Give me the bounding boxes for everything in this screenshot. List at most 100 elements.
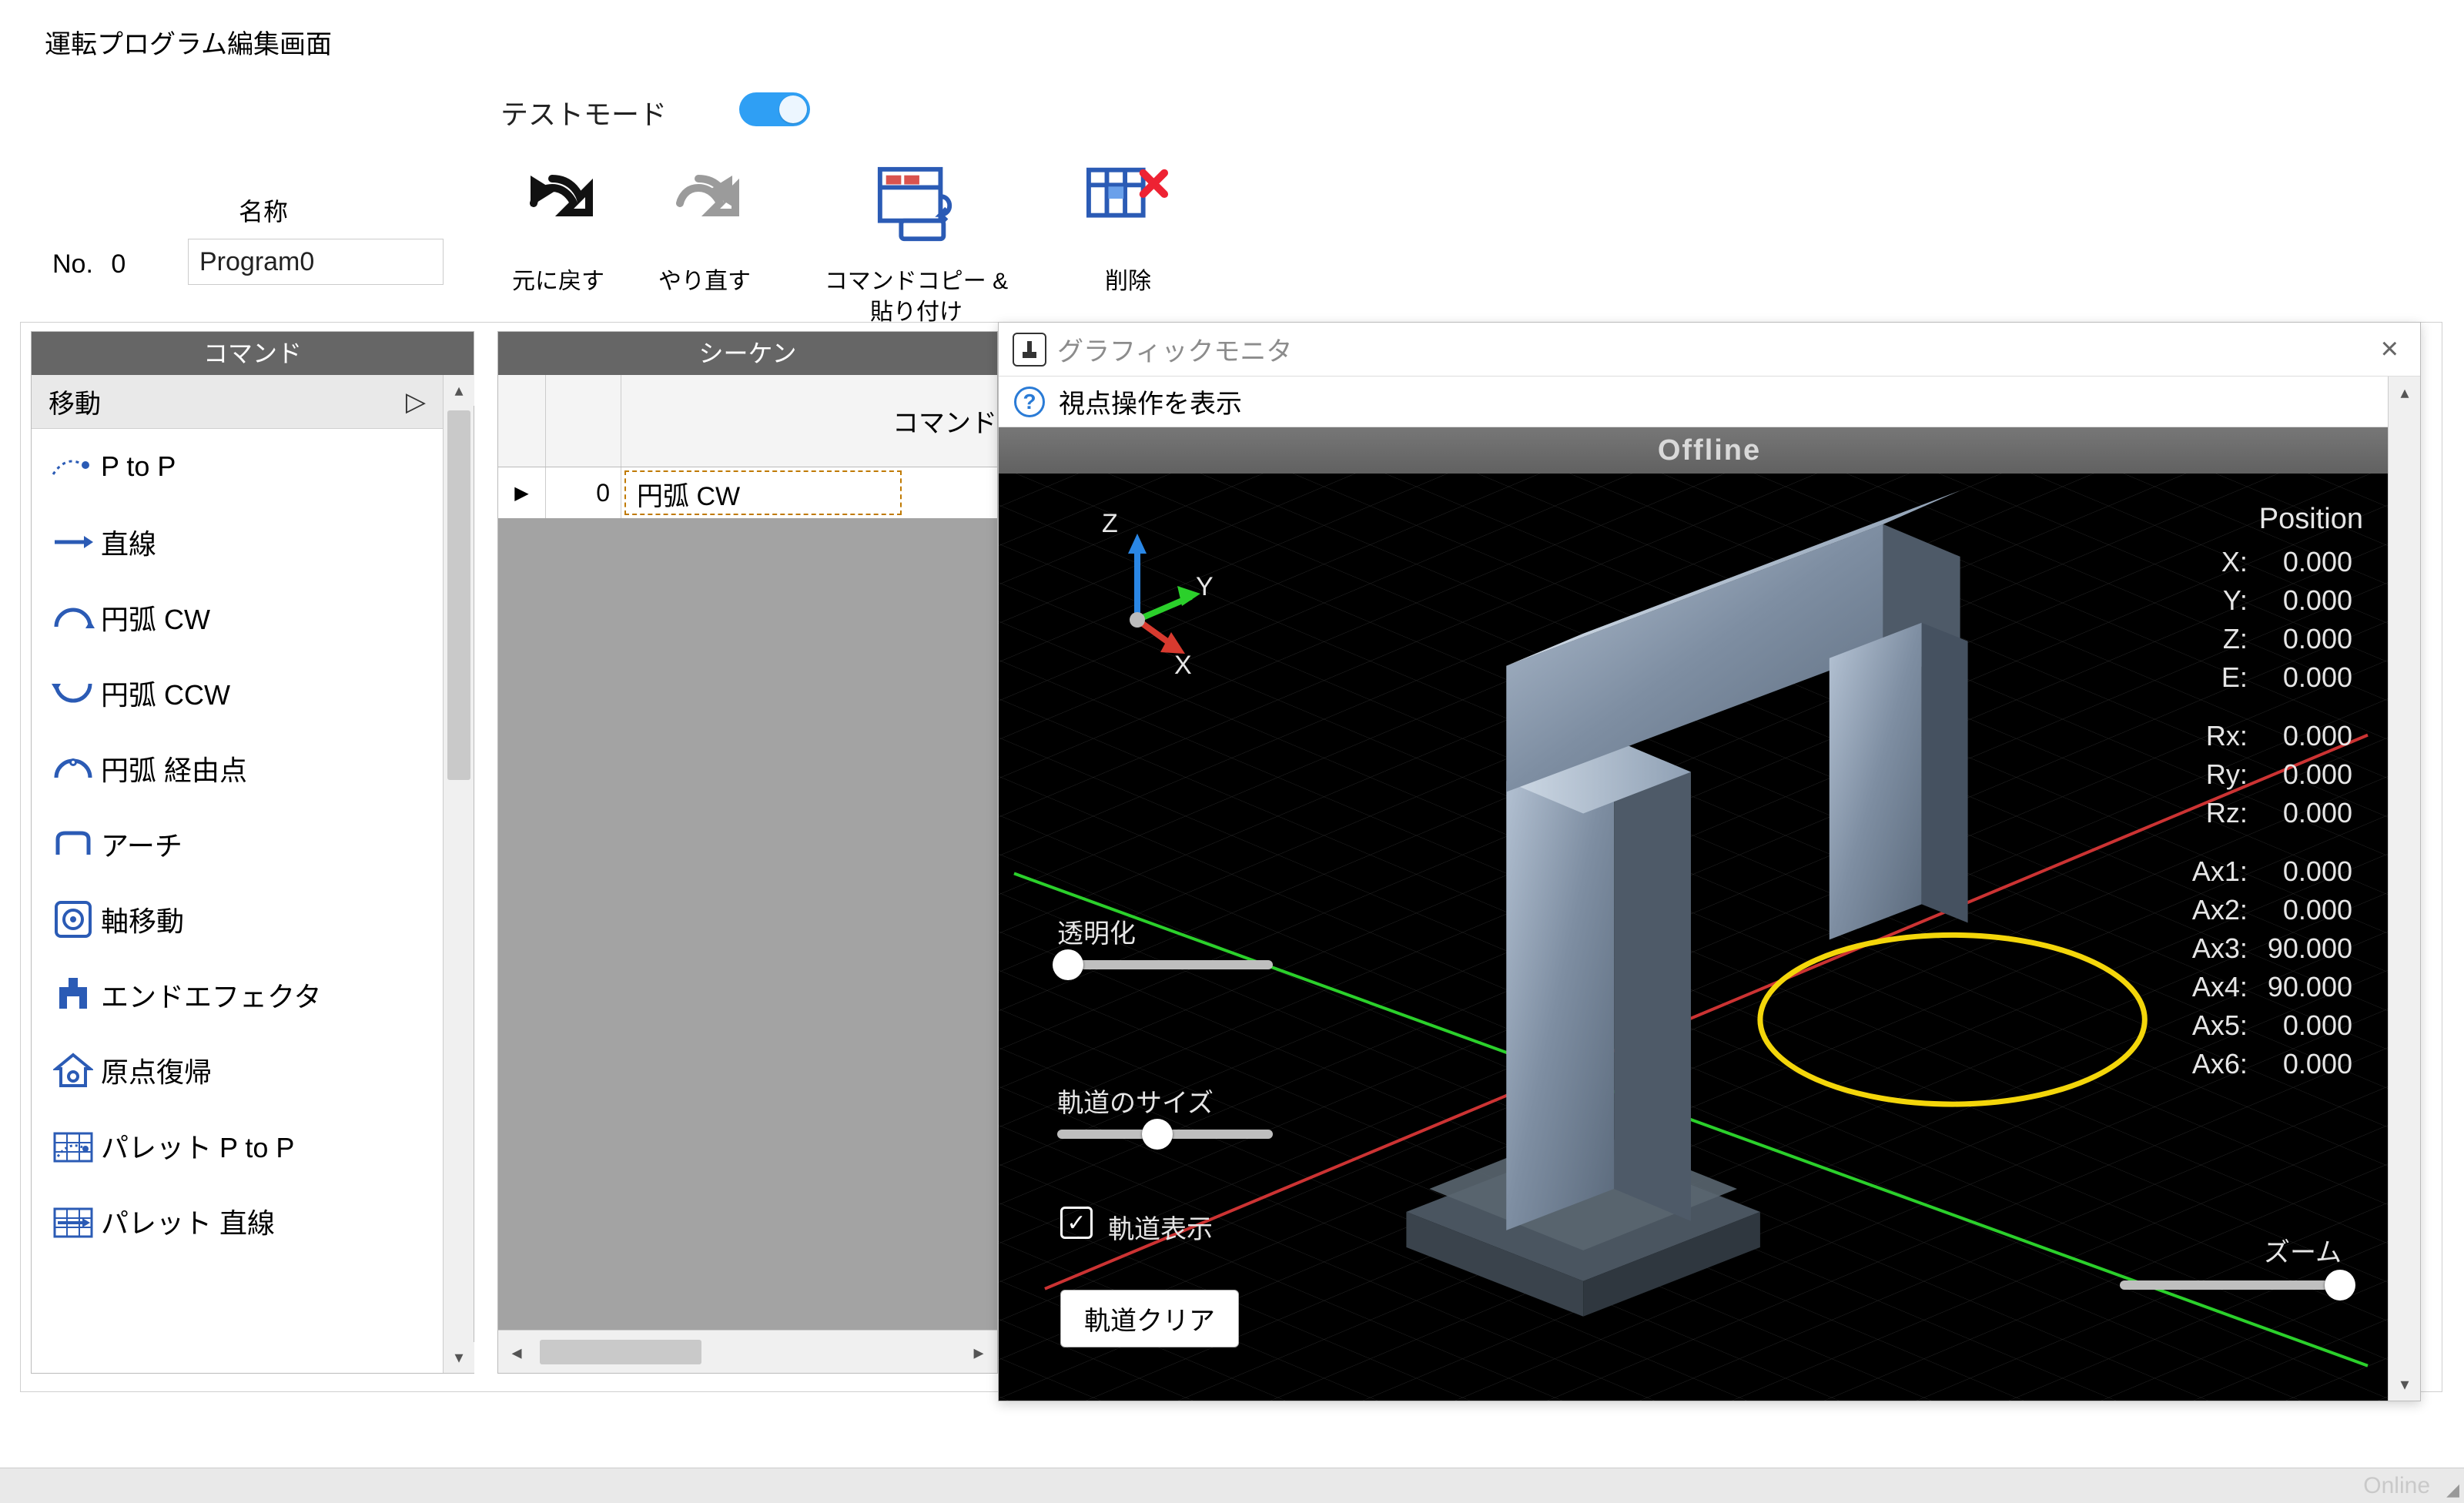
axis-x-label: X xyxy=(1174,651,1192,681)
program-name-input[interactable] xyxy=(188,239,444,285)
undo-button[interactable]: 元に戻す xyxy=(493,163,624,237)
command-scrollbar[interactable]: ▴ ▾ xyxy=(443,375,474,1373)
test-mode-toggle[interactable] xyxy=(739,92,810,126)
sequence-command-cell[interactable]: 円弧 CW xyxy=(624,470,902,515)
program-number-label: No. 0 xyxy=(52,249,126,280)
sequence-panel-header: シーケン xyxy=(498,332,997,375)
command-list: P to P 直線 円弧 CW 円弧 CCW xyxy=(32,429,443,1373)
position-header: Position xyxy=(2181,503,2363,542)
sequence-grid-area: コマンド ▶ 0 円弧 CW xyxy=(498,375,997,1330)
transparency-slider[interactable] xyxy=(1057,960,1273,969)
command-item-label: 原点復帰 xyxy=(101,1050,212,1090)
arc-via-icon xyxy=(45,753,101,784)
command-item-label: 直線 xyxy=(101,522,156,562)
redo-button[interactable]: やり直す xyxy=(639,163,770,237)
delete-button[interactable]: 削除 xyxy=(1063,163,1194,237)
robot-icon xyxy=(1013,333,1046,367)
axis-y-label: Y xyxy=(1196,572,1214,602)
home-icon xyxy=(45,1052,101,1089)
command-category-move[interactable]: 移動 ▷ xyxy=(32,375,443,429)
sequence-h-scrollbar[interactable]: ◂ ▸ xyxy=(498,1330,997,1373)
command-item-end-effector[interactable]: エンドエフェクタ xyxy=(32,957,443,1033)
trace-show-checkbox[interactable]: ✓ xyxy=(1060,1207,1093,1239)
command-item-label: パレット 直線 xyxy=(101,1201,275,1241)
chevron-right-icon: ▷ xyxy=(406,387,426,417)
arc-cw-icon xyxy=(45,602,101,633)
sequence-col-command: コマンド xyxy=(621,375,998,467)
command-item-arc-cw[interactable]: 円弧 CW xyxy=(32,580,443,655)
row-index: 0 xyxy=(546,467,621,518)
graphic-monitor-scrollbar[interactable]: ▴ ▾ xyxy=(2388,377,2420,1401)
arc-ccw-icon xyxy=(45,678,101,708)
line-icon xyxy=(45,527,101,557)
zoom-slider[interactable] xyxy=(2120,1280,2351,1290)
ptop-icon xyxy=(45,451,101,482)
view-help-label: 視点操作を表示 xyxy=(1059,383,1242,420)
sequence-row[interactable]: ▶ 0 円弧 CW xyxy=(498,467,998,518)
copy-paste-label-1: コマンドコピー & xyxy=(816,262,1016,296)
scroll-right-icon[interactable]: ▸ xyxy=(960,1331,997,1374)
scroll-left-icon[interactable]: ◂ xyxy=(498,1331,535,1374)
scroll-thumb[interactable] xyxy=(447,410,470,780)
graphic-monitor-window: グラフィックモニタ × ? 視点操作を表示 Offline xyxy=(998,322,2421,1401)
command-item-label: 円弧 経由点 xyxy=(101,748,247,788)
command-item-home[interactable]: 原点復帰 xyxy=(32,1033,443,1108)
redo-icon xyxy=(668,163,742,237)
copy-paste-label-2: 貼り付け xyxy=(816,293,1016,326)
viewport-3d[interactable]: Z Y X 透明化 軌道のサイズ ✓ 軌道表示 軌道クリア ズーム Positi… xyxy=(999,474,2388,1401)
command-item-line[interactable]: 直線 xyxy=(32,504,443,580)
no-label: No. xyxy=(52,249,93,279)
command-item-arch[interactable]: アーチ xyxy=(32,806,443,882)
slider-knob[interactable] xyxy=(2325,1270,2355,1300)
offline-badge: Offline xyxy=(999,427,2420,474)
status-online: Online xyxy=(2363,1473,2430,1499)
trace-size-slider[interactable] xyxy=(1057,1130,1273,1139)
trace-show-label: 軌道表示 xyxy=(1108,1208,1213,1246)
trace-clear-button[interactable]: 軌道クリア xyxy=(1060,1290,1239,1347)
undo-icon xyxy=(521,163,595,237)
command-item-pallet-ptop[interactable]: パレット P to P xyxy=(32,1108,443,1183)
pallet-line-icon xyxy=(45,1203,101,1240)
scroll-down-icon[interactable]: ▾ xyxy=(444,1342,474,1373)
command-item-arc-via[interactable]: 円弧 経由点 xyxy=(32,731,443,806)
command-item-arc-ccw[interactable]: 円弧 CCW xyxy=(32,655,443,731)
view-help-button[interactable]: ? 視点操作を表示 xyxy=(999,377,2420,427)
zoom-label: ズーム xyxy=(2264,1231,2342,1269)
command-item-axis-move[interactable]: 軸移動 xyxy=(32,882,443,957)
command-item-pallet-line[interactable]: パレット 直線 xyxy=(32,1183,443,1259)
scroll-up-icon[interactable]: ▴ xyxy=(2389,377,2421,409)
command-item-label: パレット P to P xyxy=(101,1126,294,1166)
command-item-label: エンドエフェクタ xyxy=(101,975,322,1015)
command-category-label: 移動 xyxy=(49,383,101,420)
command-item-label: P to P xyxy=(101,450,176,483)
name-label: 名称 xyxy=(239,192,288,228)
row-marker-icon: ▶ xyxy=(498,467,546,518)
command-item-label: 円弧 CCW xyxy=(101,673,230,713)
scroll-thumb[interactable] xyxy=(540,1340,701,1364)
pallet-ptop-icon xyxy=(45,1127,101,1164)
axis-move-icon xyxy=(45,899,101,939)
undo-label: 元に戻す xyxy=(493,262,624,296)
command-item-label: 軸移動 xyxy=(101,899,184,939)
copy-paste-button[interactable]: コマンドコピー & 貼り付け xyxy=(816,163,1016,248)
page-title: 運転プログラム編集画面 xyxy=(45,23,332,61)
end-effector-icon xyxy=(45,976,101,1013)
trace-size-label: 軌道のサイズ xyxy=(1057,1082,1214,1120)
delete-icon xyxy=(1086,163,1170,237)
graphic-monitor-titlebar[interactable]: グラフィックモニタ × xyxy=(999,323,2420,377)
transparency-label: 透明化 xyxy=(1057,912,1136,950)
slider-knob[interactable] xyxy=(1053,949,1083,980)
help-icon: ? xyxy=(1014,387,1045,417)
resize-grip-icon[interactable]: ◢ xyxy=(2446,1480,2459,1500)
arch-icon xyxy=(45,828,101,859)
command-item-ptop[interactable]: P to P xyxy=(32,429,443,504)
scroll-up-icon[interactable]: ▴ xyxy=(444,375,474,406)
command-panel-header: コマンド xyxy=(32,332,474,375)
status-bar: Online ◢ xyxy=(0,1468,2464,1503)
test-mode-label: テストモード xyxy=(500,92,667,132)
slider-knob[interactable] xyxy=(1142,1119,1173,1150)
command-panel: コマンド 移動 ▷ P to P 直線 円弧 C xyxy=(31,331,474,1374)
axis-z-label: Z xyxy=(1102,509,1118,539)
close-icon[interactable]: × xyxy=(2373,332,2406,367)
scroll-down-icon[interactable]: ▾ xyxy=(2389,1368,2421,1401)
